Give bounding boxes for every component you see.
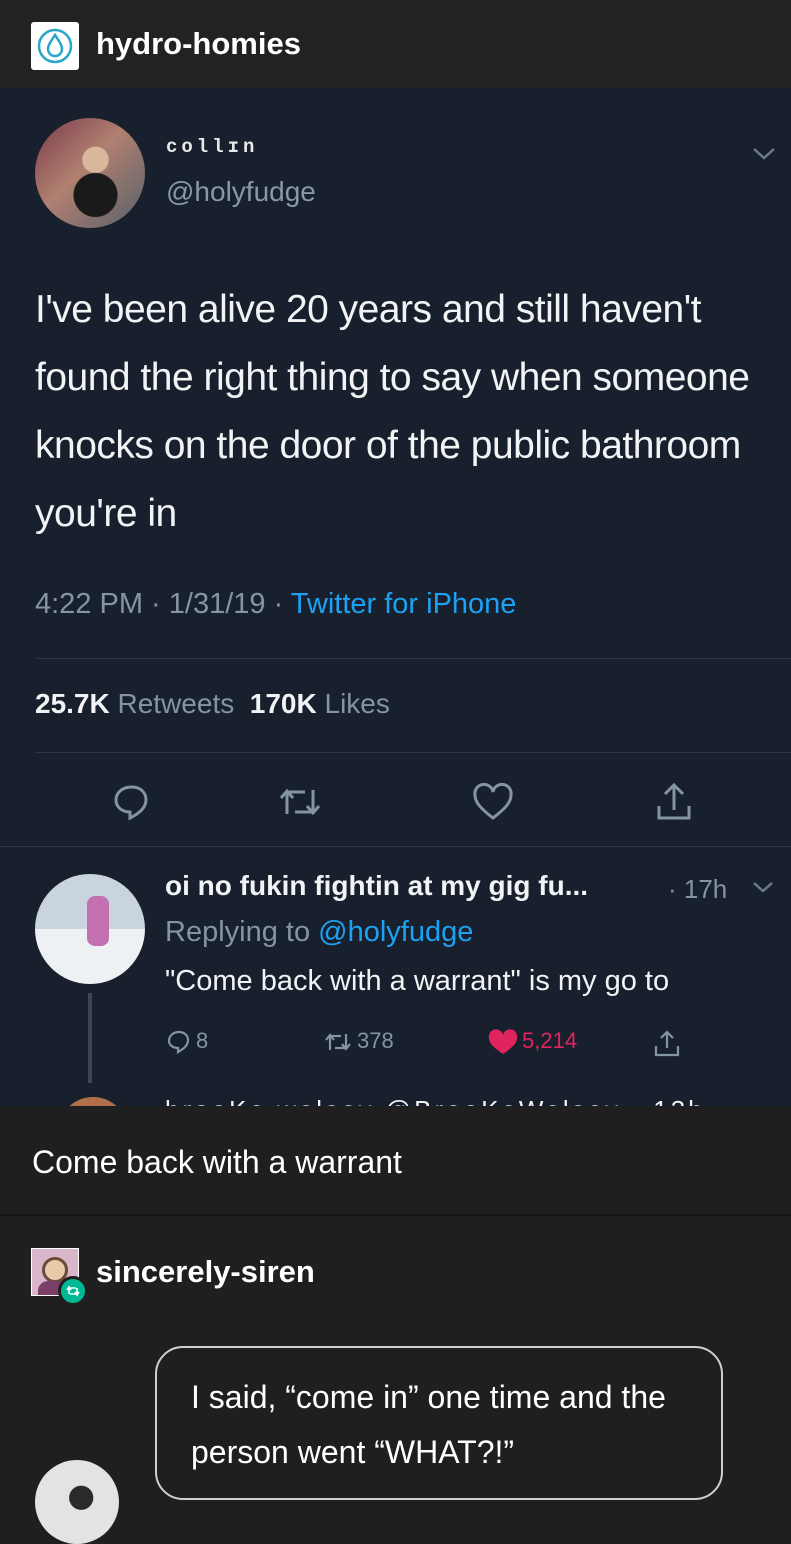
reply-count: 8	[196, 1028, 209, 1053]
cutoff-avatar	[58, 1097, 128, 1106]
retweets-count: 25.7K	[35, 688, 110, 719]
likes-count: 170K	[249, 688, 317, 719]
tweet-handle: @holyfudge	[166, 176, 316, 207]
heart-icon	[473, 782, 513, 820]
tweet-timestamp: 4:22 PM · 1/31/19 ·	[35, 588, 291, 620]
tweet-screenshot: collɪn @holyfudge I've been alive 20 yea…	[0, 88, 791, 1106]
reply-icon	[167, 1031, 190, 1055]
divider	[35, 752, 791, 753]
likes-label: Likes	[324, 688, 390, 719]
reply-time: · 17h	[668, 874, 728, 904]
reply-like-action: 5,214	[487, 1028, 577, 1056]
share-icon	[654, 1030, 680, 1057]
replying-prefix: Replying to	[165, 916, 319, 948]
retweets-label: Retweets	[117, 688, 235, 719]
replying-handle: @holyfudge	[318, 916, 474, 948]
chevron-down-icon	[753, 148, 775, 160]
reblog-blog-name[interactable]: sincerely-siren	[96, 1254, 315, 1290]
reply-retweet-count: 378	[357, 1028, 394, 1053]
cutoff-reply: brooKe walsey @BrooKeWalsey · 13h	[0, 1091, 791, 1106]
tweet-source: Twitter for iPhone	[290, 588, 517, 620]
tweet-counts: 25.7K Retweets 170K Likes	[35, 688, 390, 720]
heart-icon	[488, 1029, 518, 1055]
reply-text: "Come back with a warrant" is my go to	[165, 965, 670, 997]
post-header: hydro-homies	[0, 0, 791, 88]
blog-avatar[interactable]	[31, 22, 79, 70]
divider	[35, 658, 791, 659]
reply-retweet-action: 378	[322, 1028, 394, 1056]
post-caption: Come back with a warrant	[32, 1144, 402, 1180]
chevron-down-icon	[753, 882, 773, 893]
water-drop-icon	[37, 28, 73, 64]
reply-icon	[114, 785, 148, 821]
blog-name[interactable]: hydro-homies	[96, 26, 301, 62]
tweet-display-name: collɪn	[166, 136, 259, 158]
tweet-author-avatar	[35, 118, 145, 228]
reply-author-avatar	[35, 874, 145, 984]
reply-reply-action: 8	[165, 1028, 208, 1056]
reblog-comment: I said, “come in” one time and the perso…	[191, 1379, 666, 1470]
share-icon	[657, 782, 691, 820]
thread-line	[88, 993, 92, 1083]
reply-author-name: oi no fukin fightin at my gig fu...	[165, 870, 589, 901]
divider	[0, 1214, 791, 1216]
cutoff-reply-text: brooKe walsey @BrooKeWalsey · 13h	[165, 1095, 706, 1106]
retweet-icon	[325, 1033, 351, 1051]
tweet-meta: 4:22 PM · 1/31/19 · Twitter for iPhone	[35, 588, 516, 621]
retweet-icon	[279, 788, 321, 816]
reblog-comment-bubble: I said, “come in” one time and the perso…	[155, 1346, 723, 1500]
replying-to: Replying to @holyfudge	[165, 916, 473, 949]
divider	[0, 846, 791, 847]
next-avatar[interactable]	[35, 1460, 119, 1544]
reblog-icon	[58, 1276, 88, 1306]
reply-like-count: 5,214	[522, 1028, 578, 1053]
tweet-text: I've been alive 20 years and still haven…	[35, 288, 750, 535]
